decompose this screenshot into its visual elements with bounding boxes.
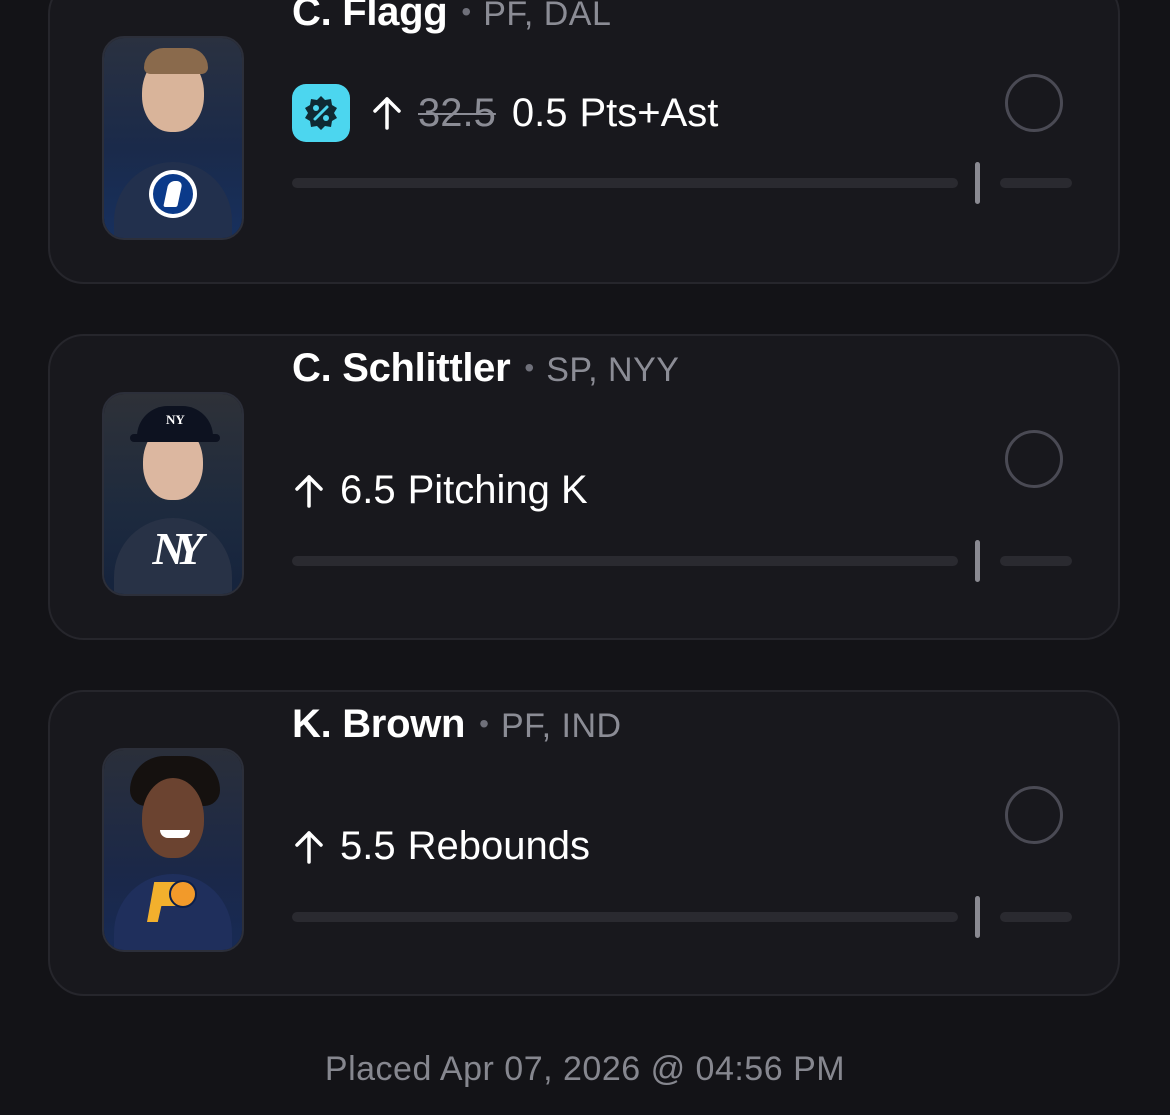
- up-arrow-icon: [373, 97, 401, 130]
- select-radio[interactable]: [1005, 430, 1063, 488]
- stat-type: Pts+Ast: [579, 90, 719, 135]
- progress-track: [292, 912, 958, 922]
- position-team: PF, DAL: [483, 0, 612, 33]
- line-value: 6.5: [340, 468, 396, 512]
- stat-type: Rebounds: [407, 824, 590, 868]
- up-arrow-icon: [295, 830, 323, 864]
- mavericks-logo: [149, 170, 197, 218]
- progress-track: [292, 178, 958, 188]
- pick-card[interactable]: NY NY C. Schlittler • SP, NYY 6.5 Pitchi…: [48, 334, 1120, 640]
- line-value: 5.5: [340, 824, 396, 868]
- position-team: SP, NYY: [546, 351, 680, 389]
- line-marker: [975, 896, 980, 938]
- player-name: C. Flagg: [292, 0, 448, 34]
- player-avatar: [102, 36, 244, 240]
- pick-card[interactable]: C. Flagg • PF, DAL 32.5 0.5 Pts+Ast: [48, 0, 1120, 284]
- progress-track-remainder: [1000, 178, 1072, 188]
- progress-track-remainder: [1000, 556, 1072, 566]
- yankees-logo: NY: [152, 523, 203, 574]
- separator-dot: •: [479, 708, 489, 739]
- player-avatar: [102, 748, 244, 952]
- position-team: PF, IND: [500, 707, 622, 745]
- pick-card[interactable]: K. Brown • PF, IND 5.5 Rebounds: [48, 690, 1120, 996]
- line-marker: [975, 540, 980, 582]
- original-line: 32.5: [418, 90, 496, 135]
- progress-track: [292, 556, 958, 566]
- progress-track-remainder: [1000, 912, 1072, 922]
- player-name: K. Brown: [292, 702, 466, 746]
- select-radio[interactable]: [1005, 786, 1063, 844]
- separator-dot: •: [524, 352, 535, 383]
- up-arrow-icon: [295, 474, 323, 508]
- line-value: 0.5: [511, 90, 568, 135]
- placed-timestamp: Placed Apr 07, 2026 @ 04:56 PM: [324, 1050, 846, 1088]
- line-marker: [975, 162, 980, 204]
- select-radio[interactable]: [1005, 74, 1063, 132]
- pacers-logo: [147, 878, 199, 924]
- player-name: C. Schlittler: [292, 346, 511, 390]
- player-avatar: NY NY: [102, 392, 244, 596]
- separator-dot: •: [461, 0, 472, 27]
- stat-type: Pitching K: [407, 468, 588, 512]
- percent-badge-icon[interactable]: [292, 84, 350, 142]
